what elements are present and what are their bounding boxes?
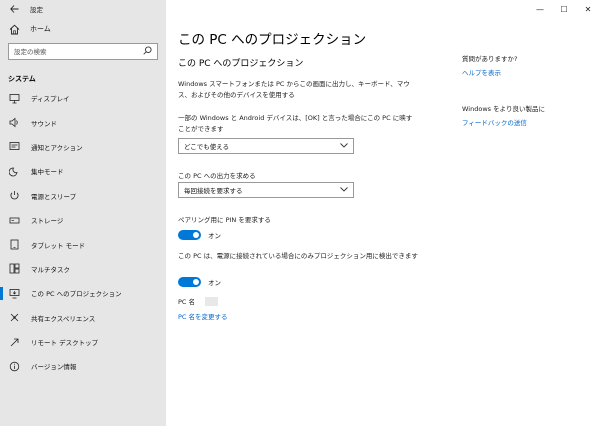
sidebar-item-label: この PC へのプロジェクション (31, 290, 122, 299)
power-icon (8, 190, 20, 202)
search-box[interactable] (8, 43, 158, 60)
search-icon[interactable] (143, 46, 152, 57)
sidebar-item[interactable]: ディスプレイ (0, 86, 166, 110)
ask-to-project-value: 毎回接続を要求する (184, 187, 243, 195)
sidebar-item-label: リモート デスクトップ (31, 339, 99, 348)
sidebar-item[interactable]: サウンド (0, 110, 166, 134)
sidebar-item-label: ディスプレイ (31, 95, 70, 104)
sidebar-item[interactable]: 集中モード (0, 159, 166, 183)
section-title: システム (8, 75, 36, 83)
power-toggle-state: オン (208, 279, 221, 287)
window-title: 設定 (30, 6, 43, 14)
sidebar-item[interactable]: この PC へのプロジェクション (0, 281, 166, 305)
rename-pc-link[interactable]: PC 名を変更する (178, 311, 228, 321)
sidebar-item-label: マルチタスク (31, 265, 70, 274)
display-icon (8, 92, 20, 104)
sound-icon (8, 117, 20, 129)
sidebar-item[interactable]: タブレット モード (0, 232, 166, 256)
sidebar-item[interactable]: リモート デスクトップ (0, 330, 166, 354)
sidebar-item[interactable]: 共有エクスペリエンス (0, 306, 166, 330)
feedback-heading: Windows をより良い製品に (462, 105, 545, 113)
projection-icon (8, 287, 20, 299)
description-text: Windows スマートフォンまたは PC からこの画面に出力し、キーボード、マ… (178, 80, 410, 99)
power-toggle-row: オン (178, 277, 221, 287)
feedback-link[interactable]: フィードバックの送信 (462, 117, 592, 127)
sidebar-item[interactable]: 通知とアクション (0, 135, 166, 159)
nav-list: ディスプレイ サウンド通知とアクション 集中モード電源とスリープ ストレージタブレット… (0, 86, 166, 379)
remote-desktop-icon (8, 336, 20, 348)
chevron-down-icon (340, 186, 348, 194)
home-label: ホーム (30, 25, 51, 33)
sidebar-item-label: ストレージ (31, 217, 64, 226)
sidebar-item[interactable]: マルチタスク (0, 257, 166, 281)
help-heading: 質問がありますか? (462, 55, 518, 63)
power-toggle[interactable] (178, 277, 201, 287)
availability-value: どこでも使える (184, 143, 230, 151)
sidebar-item-label: バージョン情報 (31, 363, 77, 372)
pin-toggle-row: オン (178, 230, 221, 240)
search-input[interactable] (14, 47, 134, 56)
main-content: この PC へのプロジェクション この PC へのプロジェクション Window… (166, 0, 600, 426)
pin-toggle-state: オン (208, 232, 221, 240)
storage-icon (8, 214, 20, 226)
sidebar-item-label: 通知とアクション (31, 143, 83, 152)
back-arrow-icon[interactable] (8, 5, 20, 13)
pc-name-label: PC 名 (178, 298, 196, 306)
pc-name-row: PC 名 (178, 296, 219, 306)
notifications-icon (8, 141, 20, 153)
multitasking-icon (8, 263, 20, 275)
sidebar-item-label: 電源とスリープ (31, 192, 77, 201)
pin-toggle[interactable] (178, 230, 201, 240)
home-nav[interactable]: ホーム (0, 18, 166, 40)
power-discovery-label: この PC は、電源に接続されている場合にのみプロジェクション用に検出できます (178, 252, 418, 260)
right-column: 質問がありますか? ヘルプを表示 Windows をより良い製品に フィードバッ… (462, 53, 592, 127)
sidebar-item-label: サウンド (31, 119, 57, 128)
titlebar: 設定 (0, 0, 166, 18)
chevron-down-icon (340, 142, 348, 150)
tablet-icon (8, 239, 20, 251)
pc-name-value (205, 296, 219, 306)
about-icon (8, 360, 20, 372)
availability-dropdown[interactable]: どこでも使える (178, 138, 354, 154)
sidebar-item-label: 集中モード (31, 168, 64, 177)
pin-label: ペアリング用に PIN を要求する (178, 216, 271, 224)
ask-to-project-label: この PC への出力を求める (178, 172, 256, 180)
sidebar-item[interactable]: 電源とスリープ (0, 184, 166, 208)
page-title: この PC へのプロジェクション (178, 32, 367, 48)
sidebar-item-label: タブレット モード (31, 241, 86, 250)
focus-assist-icon (8, 165, 20, 177)
shared-experiences-icon (8, 312, 20, 324)
sidebar-item-label: 共有エクスペリエンス (31, 314, 96, 323)
sidebar: 設定 ホーム システム ディスプレイサウンド通知とアクション集中モード電源とスリ… (0, 0, 166, 426)
help-link[interactable]: ヘルプを表示 (462, 67, 592, 77)
sidebar-item[interactable]: ストレージ (0, 208, 166, 232)
home-icon (8, 23, 20, 35)
section-heading: この PC へのプロジェクション (178, 59, 304, 69)
sidebar-item[interactable]: バージョン情報 (0, 354, 166, 378)
ask-to-project-dropdown[interactable]: 毎回接続を要求する (178, 182, 354, 198)
availability-label: 一部の Windows と Android デバイスは、[OK] と言った場合に… (178, 114, 413, 133)
